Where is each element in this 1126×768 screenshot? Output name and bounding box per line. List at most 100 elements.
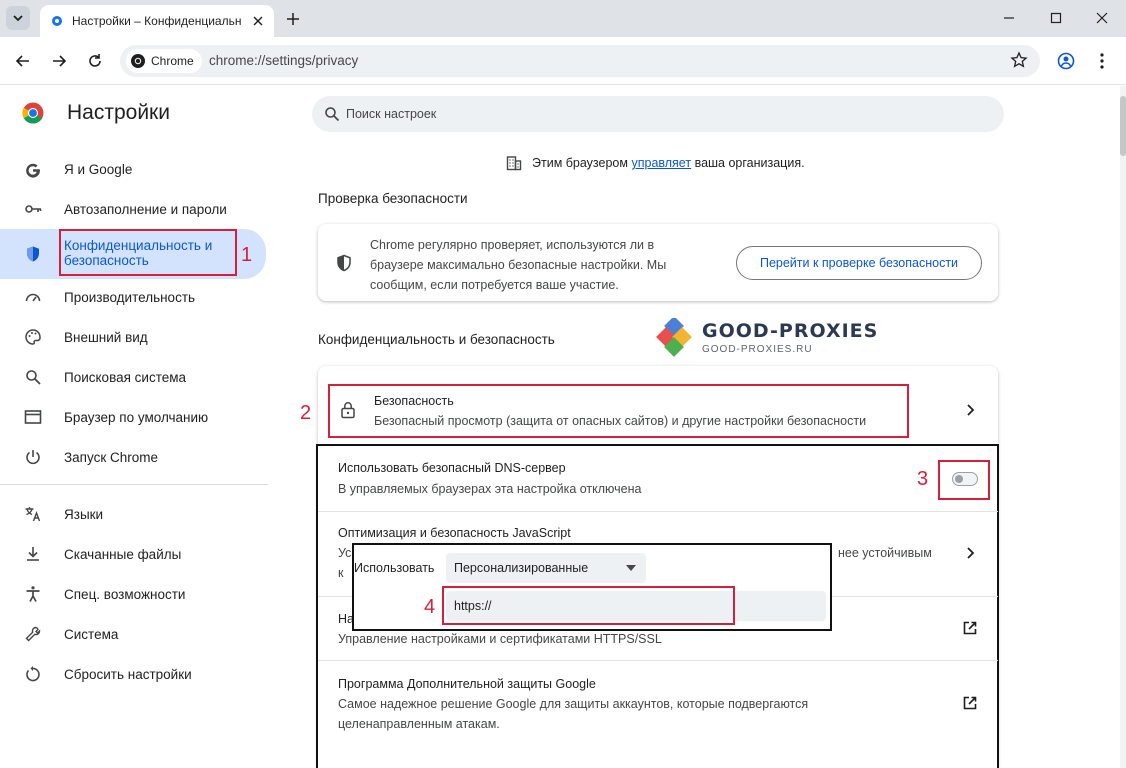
- sidebar-item-on-startup[interactable]: Запуск Chrome: [0, 437, 266, 477]
- dropdown-value: Персонализированные: [454, 561, 589, 575]
- annotation-number-3: 3: [917, 468, 929, 490]
- managed-notice: Этим браузером управляет ваша организаци…: [506, 155, 805, 171]
- watermark-subtitle: GOOD-PROXIES.RU: [702, 344, 813, 355]
- site-info-chip[interactable]: Chrome: [126, 49, 202, 73]
- dns-row-subtitle: В управляемых браузерах эта настройка от…: [338, 482, 642, 496]
- url-text[interactable]: chrome://settings/privacy: [209, 53, 358, 68]
- browser-toolbar: Chrome chrome://settings/privacy: [0, 37, 1126, 85]
- annotation-number-2: 2: [300, 402, 312, 424]
- back-button[interactable]: [12, 50, 34, 72]
- good-proxies-logo-icon: [656, 318, 692, 357]
- chrome-logo-icon: [22, 102, 44, 124]
- sidebar-item-label: Автозаполнение и пароли: [64, 201, 227, 217]
- certificates-row-subtitle: Управление настройками и сертификатами H…: [338, 632, 662, 646]
- advanced-protection-title[interactable]: Программа Дополнительной защиты Google: [338, 677, 596, 691]
- sidebar-item-label: Сбросить настройки: [64, 666, 192, 682]
- sidebar-item-label: Поисковая система: [64, 369, 187, 385]
- new-tab-button[interactable]: [283, 9, 303, 29]
- safety-check-button[interactable]: Перейти к проверке безопасности: [736, 246, 982, 280]
- chevron-right-icon[interactable]: [962, 402, 978, 418]
- sidebar-item-autofill[interactable]: Автозаполнение и пароли: [0, 189, 266, 229]
- tab-search-button[interactable]: [6, 6, 30, 30]
- sidebar-item-label: Система: [64, 626, 119, 642]
- bookmark-button[interactable]: [1010, 51, 1028, 69]
- close-tab-button[interactable]: [250, 13, 266, 29]
- scrollbar-track[interactable]: [1120, 86, 1126, 768]
- close-icon: [1096, 12, 1108, 24]
- translate-icon: [25, 507, 41, 522]
- safety-check-text: Chrome регулярно проверяет, используются…: [370, 238, 667, 292]
- sidebar-item-default-browser[interactable]: Браузер по умолчанию: [0, 397, 266, 437]
- minimize-button[interactable]: [999, 8, 1019, 28]
- maximize-button[interactable]: [1046, 8, 1066, 28]
- arrow-right-icon: [53, 55, 67, 67]
- settings-title: Настройки: [67, 101, 170, 124]
- sidebar-item-label: Внешний вид: [64, 329, 148, 345]
- shield-icon: [27, 246, 39, 262]
- plus-icon: [287, 13, 299, 25]
- tab-strip: Настройки – Конфиденциальность и безопас…: [0, 0, 1126, 37]
- row-divider: [318, 660, 998, 661]
- reload-button[interactable]: [84, 50, 106, 72]
- sidebar-item-performance[interactable]: Производительность: [0, 277, 266, 317]
- minimize-icon: [1004, 17, 1014, 19]
- js-row-title[interactable]: Оптимизация и безопасность JavaScript: [338, 526, 571, 540]
- speedometer-icon: [25, 293, 41, 302]
- row-divider: [318, 511, 998, 512]
- search-placeholder: Поиск настроек: [346, 107, 437, 121]
- forward-button[interactable]: [48, 50, 70, 72]
- close-icon: [253, 16, 263, 26]
- annotation-box-3: [938, 460, 990, 500]
- active-tab[interactable]: Настройки – Конфиденциальность и безопас…: [40, 5, 274, 37]
- watermark-brand: GOOD-PROXIES: [702, 320, 879, 342]
- reset-icon: [26, 666, 40, 682]
- js-row-subtitle-end: нее устойчивым: [838, 546, 932, 560]
- sidebar-item-accessibility[interactable]: Спец. возможности: [0, 574, 266, 614]
- annotation-number-1: 1: [241, 244, 253, 266]
- external-link-icon[interactable]: [962, 695, 978, 711]
- sidebar-divider: [0, 484, 268, 485]
- sidebar-item-label: Я и Google: [64, 161, 133, 177]
- external-link-icon[interactable]: [962, 620, 978, 636]
- address-bar[interactable]: Chrome chrome://settings/privacy: [120, 45, 1040, 77]
- chevron-right-icon[interactable]: [962, 545, 978, 561]
- more-vert-icon: [1100, 53, 1104, 69]
- annotation-box-1: [59, 229, 237, 276]
- close-window-button[interactable]: [1092, 8, 1112, 28]
- power-icon: [26, 450, 40, 465]
- search-icon: [325, 107, 340, 122]
- dns-provider-dropdown[interactable]: Персонализированные: [446, 553, 646, 583]
- managed-link[interactable]: управляет: [631, 156, 691, 170]
- gear-icon: [52, 16, 62, 26]
- advanced-protection-subtitle-line2: целенаправленным атакам.: [338, 717, 500, 731]
- sidebar-item-appearance[interactable]: Внешний вид: [0, 317, 266, 357]
- wrench-icon: [25, 626, 41, 642]
- accessibility-icon: [26, 586, 40, 602]
- chevron-down-icon: [13, 15, 23, 22]
- sidebar-item-label: Спец. возможности: [64, 586, 186, 602]
- advanced-protection-subtitle: Самое надежное решение Google для защиты…: [338, 697, 809, 711]
- site-chip-label: Chrome: [151, 54, 194, 68]
- arrow-left-icon: [15, 55, 29, 67]
- sidebar-item-search-engine[interactable]: Поисковая система: [0, 357, 266, 397]
- sidebar-item-languages[interactable]: Языки: [0, 494, 266, 534]
- tab-title: Настройки – Конфиденциальность и безопас…: [72, 14, 242, 28]
- sidebar-item-reset[interactable]: Сбросить настройки: [0, 654, 266, 694]
- palette-icon: [25, 329, 41, 345]
- sidebar-item-label: Запуск Chrome: [64, 449, 158, 465]
- settings-search[interactable]: Поиск настроек: [312, 96, 1004, 132]
- sidebar-item-google[interactable]: Я и Google: [0, 149, 266, 189]
- reload-icon: [89, 54, 101, 67]
- annotation-box-2: [328, 384, 909, 438]
- use-label: Использовать: [354, 561, 435, 575]
- browser-window-icon: [24, 410, 42, 424]
- sidebar-item-downloads[interactable]: Скачанные файлы: [0, 534, 266, 574]
- scrollbar-thumb[interactable]: [1120, 96, 1126, 156]
- menu-button[interactable]: [1091, 50, 1113, 72]
- profile-button[interactable]: [1055, 50, 1077, 72]
- maximize-icon: [1050, 12, 1062, 24]
- sidebar-item-system[interactable]: Система: [0, 614, 266, 654]
- sidebar-item-label: Скачанные файлы: [64, 546, 182, 562]
- account-icon: [1057, 52, 1075, 70]
- download-icon: [27, 547, 39, 561]
